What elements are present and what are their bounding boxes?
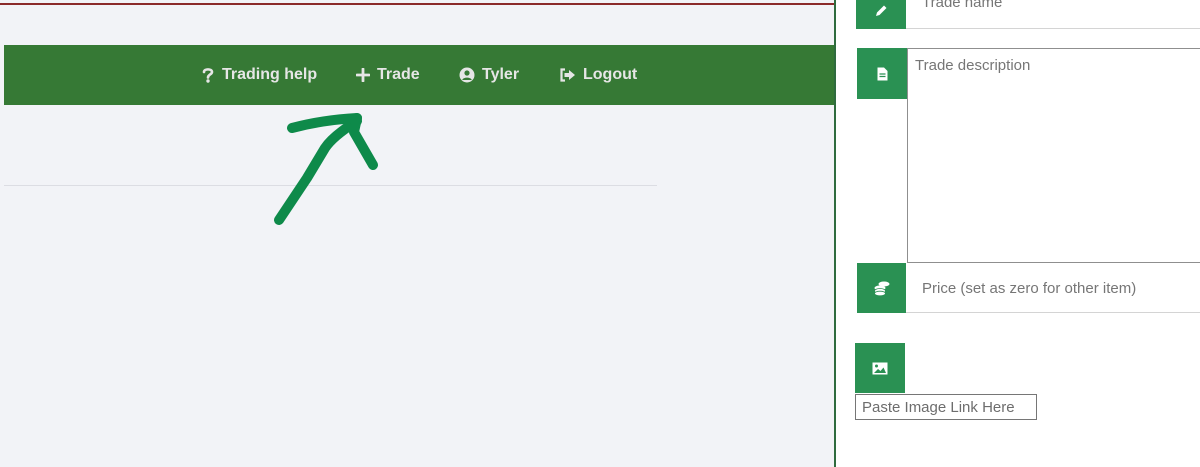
main-page: Trading help Trade Tyler Logout — [0, 0, 834, 467]
trade-name-input[interactable]: Trade name — [906, 0, 1200, 29]
hand-drawn-arrow-icon — [274, 113, 378, 225]
trade-name-addon — [856, 0, 906, 29]
coins-icon — [873, 281, 889, 296]
trade-description-textarea[interactable]: Trade description — [907, 48, 1200, 263]
image-addon — [855, 343, 905, 393]
description-addon — [857, 48, 907, 99]
image-icon — [872, 362, 888, 374]
pencil-icon — [875, 5, 886, 16]
file-icon — [877, 67, 887, 80]
price-placeholder: Price (set as zero for other item) — [922, 280, 1137, 297]
price-addon — [857, 263, 906, 313]
image-link-input[interactable] — [855, 394, 1037, 420]
trade-description-placeholder: Trade description — [915, 57, 1031, 74]
trade-form: Trade name Trade description Price (set … — [836, 0, 1200, 467]
price-input[interactable]: Price (set as zero for other item) — [906, 263, 1200, 313]
trade-name-placeholder: Trade name — [922, 0, 1003, 11]
